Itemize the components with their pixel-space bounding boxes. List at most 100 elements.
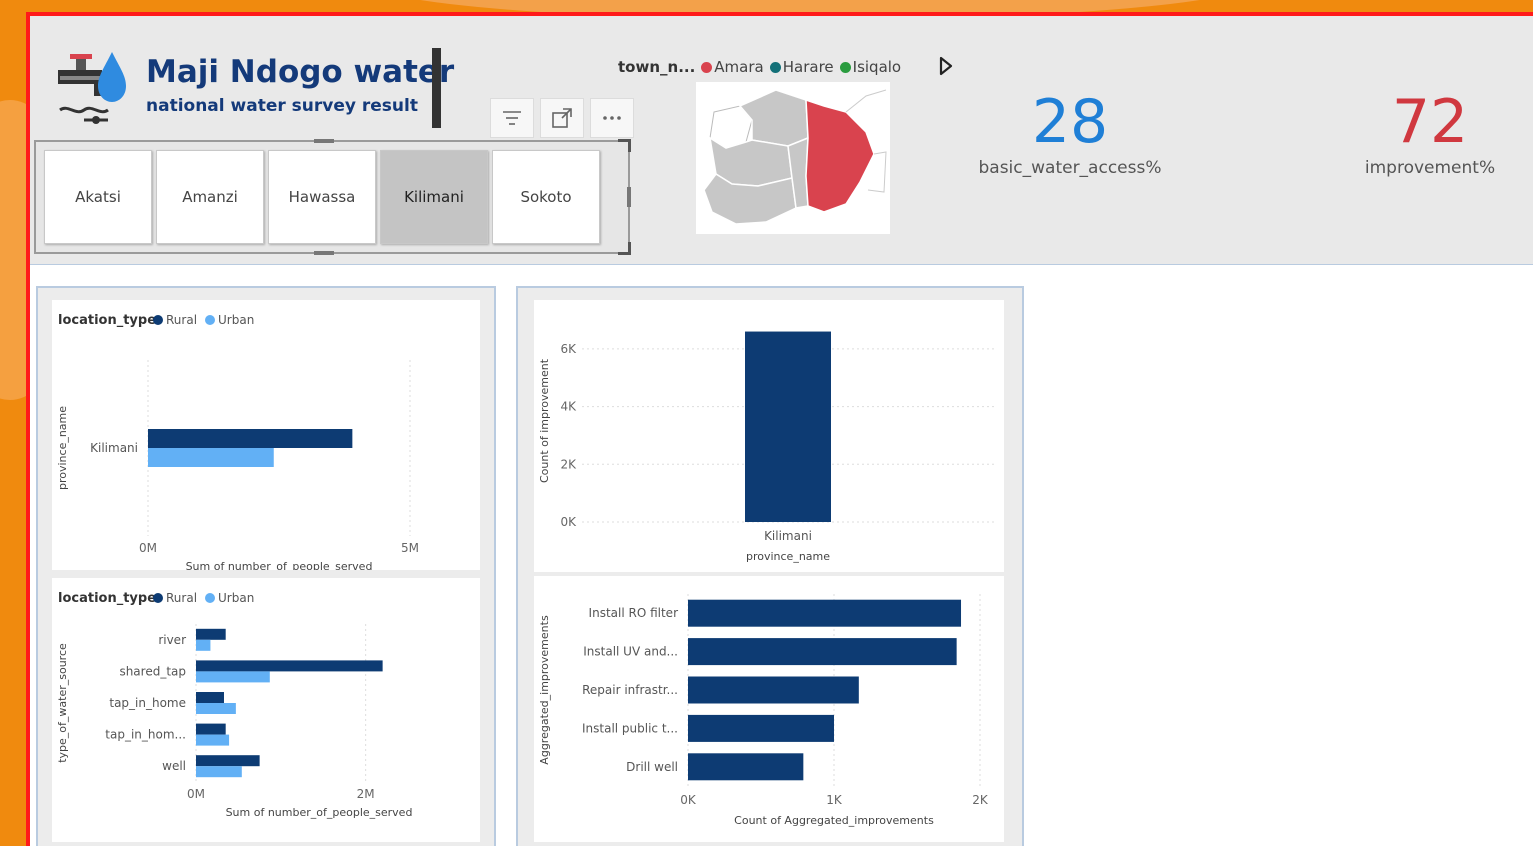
bar[interactable] <box>688 599 962 627</box>
x-axis-title: Count of Aggregated_improvements <box>734 814 934 827</box>
y-axis-title: province_name <box>56 406 69 490</box>
y-tick-label: tap_in_home <box>109 696 186 710</box>
map-legend-title: town_n... <box>618 58 696 76</box>
legend-dot <box>153 593 163 603</box>
bar-urban[interactable] <box>196 734 230 746</box>
x-tick-label: 2M <box>357 787 375 801</box>
bar-urban[interactable] <box>196 671 270 683</box>
legend-item-amara[interactable]: Amara <box>701 58 764 76</box>
improvements-panel: 0K 2K 4K 6K Kilimani province_name Count of im… <box>516 286 1024 846</box>
play-arrow-icon[interactable] <box>938 56 954 76</box>
x-axis-title: Sum of number_of_people_served <box>186 560 373 570</box>
bar-urban[interactable] <box>148 448 274 467</box>
map-region <box>845 89 887 113</box>
map-region[interactable] <box>738 89 809 147</box>
bar-rural[interactable] <box>196 692 224 703</box>
x-axis-title: province_name <box>746 550 830 563</box>
legend-label[interactable]: Urban <box>218 591 254 605</box>
kpi-value: 72 <box>1391 87 1469 157</box>
legend-title: location_type <box>58 591 156 606</box>
x-tick-label: 2K <box>972 793 989 807</box>
chart-card: 0K 1K 2K Install RO filter Install UV and...… <box>534 576 1004 842</box>
improvement-count-chart[interactable]: 0K 2K 4K 6K Kilimani province_name Count of im… <box>534 300 1004 572</box>
kpi-improvement: 72 improvement% <box>1340 90 1520 178</box>
page-title: Maji Ndogo water <box>146 54 455 90</box>
divider <box>432 48 441 128</box>
kpi-basic-water-access: 28 basic_water_access% <box>970 90 1170 178</box>
kpi-value: 28 <box>1031 87 1109 157</box>
bar-rural[interactable] <box>196 628 226 640</box>
bar-rural[interactable] <box>196 660 383 672</box>
visual-header-toolbar <box>490 98 634 138</box>
focus-mode-icon[interactable] <box>540 98 584 138</box>
bar-urban[interactable] <box>196 703 236 714</box>
bar[interactable] <box>688 638 957 666</box>
slicer-buttons: Akatsi Amanzi Hawassa Kilimani Sokoto <box>44 150 600 244</box>
legend-dot <box>205 315 215 325</box>
y-axis-title: Count of improvement <box>538 358 551 483</box>
x-tick-label: 0K <box>680 793 697 807</box>
y-tick-label: 2K <box>560 457 577 471</box>
bar[interactable] <box>688 753 804 781</box>
map-region-kilimani[interactable] <box>805 98 875 213</box>
legend-label[interactable]: Rural <box>166 313 197 327</box>
bar-urban[interactable] <box>196 766 242 778</box>
aggregated-improvements-chart[interactable]: 0K 1K 2K Install RO filter Install UV and...… <box>534 576 1004 842</box>
y-tick-label: well <box>162 759 186 773</box>
legend-dot <box>153 315 163 325</box>
people-served-by-source-chart[interactable]: location_type Rural Urban 0M 2M river shared_t… <box>52 578 480 842</box>
y-tick-label: Kilimani <box>90 441 138 455</box>
bar[interactable] <box>745 331 831 522</box>
bar[interactable] <box>688 714 834 742</box>
people-served-by-province-chart[interactable]: location_type Rural Urban 0M 5M Kilimani Sum o… <box>52 300 480 573</box>
y-tick-label: river <box>158 633 186 647</box>
legend-dot <box>701 62 713 73</box>
bar[interactable] <box>688 676 859 704</box>
slicer-item-hawassa[interactable]: Hawassa <box>268 150 376 244</box>
y-tick-label: 6K <box>560 342 577 356</box>
y-tick-label: 4K <box>560 400 577 414</box>
y-tick-label: Drill well <box>626 760 678 774</box>
x-tick-label: 0M <box>187 787 205 801</box>
legend-label[interactable]: Rural <box>166 591 197 605</box>
x-tick-label: 1K <box>826 793 843 807</box>
legend-item-harare[interactable]: Harare <box>769 58 834 76</box>
header-band: Maji Ndogo water national water survey r… <box>30 16 1533 265</box>
x-tick-label: 5M <box>401 541 419 555</box>
y-tick-label: shared_tap <box>119 664 186 678</box>
resize-handle[interactable] <box>314 251 334 255</box>
y-axis-title: Aggregated_improvements <box>538 615 551 765</box>
y-tick-label: 0K <box>560 515 577 529</box>
legend-label[interactable]: Urban <box>218 313 254 327</box>
legend-item-isiqalo[interactable]: Isiqalo <box>839 58 901 76</box>
people-served-panel: location_type Rural Urban 0M 5M Kilimani Sum o… <box>36 286 496 846</box>
more-options-icon[interactable] <box>590 98 634 138</box>
resize-handle[interactable] <box>314 139 334 143</box>
resize-corner[interactable] <box>618 242 631 255</box>
y-axis-title: type_of_water_source <box>56 643 69 763</box>
bar-rural[interactable] <box>148 429 353 448</box>
legend-dot <box>769 62 781 73</box>
slicer-item-sokoto[interactable]: Sokoto <box>492 150 600 244</box>
legend-title: location_type <box>58 313 156 328</box>
y-tick-label: Install RO filter <box>589 606 679 620</box>
x-axis-title: Sum of number_of_people_served <box>226 806 413 819</box>
province-map[interactable] <box>696 82 890 234</box>
slicer-item-akatsi[interactable]: Akatsi <box>44 150 152 244</box>
chart-card: location_type Rural Urban 0M 5M Kilimani Sum o… <box>52 300 480 573</box>
resize-handle[interactable] <box>627 187 631 207</box>
kpi-label: basic_water_access% <box>978 158 1162 178</box>
bar-rural[interactable] <box>196 755 260 767</box>
map-legend: town_n... Amara Harare Isiqalo <box>618 58 901 76</box>
bar-urban[interactable] <box>196 639 211 651</box>
y-tick-label: Install public t... <box>582 721 678 735</box>
bar-rural[interactable] <box>196 723 226 735</box>
resize-corner[interactable] <box>618 139 631 152</box>
slicer-item-kilimani[interactable]: Kilimani <box>380 150 488 244</box>
filter-icon[interactable] <box>490 98 534 138</box>
legend-dot <box>839 62 851 73</box>
slicer-item-amanzi[interactable]: Amanzi <box>156 150 264 244</box>
chart-card: 0K 2K 4K 6K Kilimani province_name Count of im… <box>534 300 1004 572</box>
x-tick-label: Kilimani <box>764 529 812 543</box>
province-slicer: Akatsi Amanzi Hawassa Kilimani Sokoto <box>34 139 631 255</box>
